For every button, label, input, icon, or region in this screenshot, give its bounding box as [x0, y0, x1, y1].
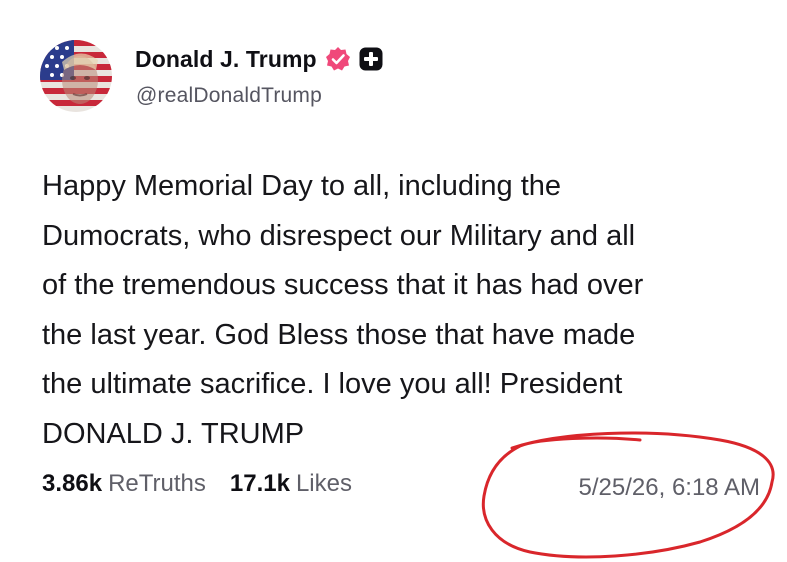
post-text-line: DONALD J. TRUMP [42, 417, 305, 450]
likes-label: Likes [295, 470, 352, 497]
retruths-count: 3.86k [42, 470, 103, 497]
post-timestamp[interactable]: 5/25/26, 6:18 AM [579, 474, 760, 502]
avatar[interactable] [40, 40, 112, 112]
engagement-stats: 3.86k ReTruths 17.1k Likes [42, 470, 376, 504]
flag-portrait-icon [40, 40, 112, 112]
retruths-stat[interactable]: 3.86k ReTruths [42, 470, 206, 498]
post-text-line: the last year. God Bless those that have… [42, 318, 636, 351]
author-row: Donald J. Trump [135, 44, 383, 74]
post-card: Donald J. Trump @realDonaldTrump Happy M… [0, 0, 787, 562]
retruths-label: ReTruths [108, 470, 206, 497]
author-display-name[interactable]: Donald J. Trump [135, 46, 317, 73]
post-text: Happy Memorial Day to all, including the… [42, 162, 762, 459]
post-text-line: Happy Memorial Day to all, including the [42, 170, 562, 202]
post-text-line: the ultimate sacrifice. I love you all! … [42, 368, 623, 400]
likes-stat[interactable]: 17.1k Likes [230, 470, 352, 498]
author-handle[interactable]: @realDonaldTrump [136, 84, 322, 108]
plus-badge-icon [359, 47, 383, 71]
verified-badge-icon [325, 46, 351, 72]
likes-count: 17.1k [229, 470, 290, 497]
post-text-line: of the tremendous success that it has ha… [42, 269, 644, 301]
post-text-line: Dumocrats, who disrespect our Military a… [42, 219, 636, 252]
